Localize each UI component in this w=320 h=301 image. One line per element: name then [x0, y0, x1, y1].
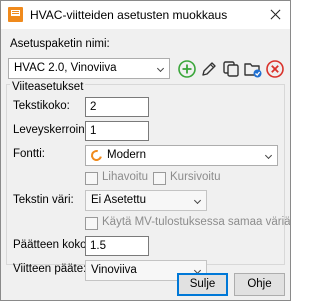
add-circle-icon: [178, 60, 196, 78]
use-mv-color-checkbox[interactable]: [85, 217, 98, 230]
preset-label: Asetuspaketin nimi:: [10, 38, 110, 50]
font-select-value: Modern: [107, 149, 146, 161]
delete-circle-icon: [266, 60, 284, 78]
end-size-label: Päätteen koko:: [13, 239, 90, 251]
text-size-label: Tekstikoko:: [13, 100, 70, 112]
close-button[interactable]: Sulje: [177, 273, 228, 296]
end-size-input[interactable]: [86, 237, 148, 255]
text-color-select[interactable]: Ei Asetettu: [85, 190, 207, 211]
edit-preset-button[interactable]: [199, 59, 219, 79]
title-bar: HVAC-viitteiden asetusten muokkaus: [1, 1, 290, 29]
text-size-input[interactable]: [86, 98, 148, 116]
end-size-field[interactable]: [85, 236, 149, 256]
dialog-content: Asetuspaketin nimi: HVAC 2.0, Vinoviiva: [1, 29, 291, 300]
italic-checkbox[interactable]: [153, 172, 166, 185]
use-mv-color-label: Käytä MV-tulostuksessa samaa väriä: [102, 216, 291, 228]
text-size-field[interactable]: [85, 97, 149, 117]
app-icon: [8, 7, 23, 22]
italic-label: Kursivoitu: [170, 171, 221, 183]
width-factor-label: Leveyskerroin:: [13, 124, 88, 136]
chevron-down-icon: [264, 151, 273, 160]
dialog-window: HVAC-viitteiden asetusten muokkaus Asetu…: [0, 0, 291, 301]
end-type-label: Viitteen pääte:: [13, 263, 87, 275]
delete-preset-button[interactable]: [265, 59, 285, 79]
end-type-value: Vinoviiva: [91, 264, 137, 276]
bold-label: Lihavoitu: [102, 171, 149, 183]
chevron-down-icon: [156, 64, 165, 73]
window-title: HVAC-viitteiden asetusten muokkaus: [30, 8, 228, 22]
close-button-label: Sulje: [189, 278, 216, 290]
width-factor-field[interactable]: [85, 121, 149, 141]
font-icon: [88, 147, 105, 164]
bold-checkbox[interactable]: [85, 172, 98, 185]
help-button-label: Ohje: [247, 278, 272, 290]
font-label: Fontti:: [13, 148, 45, 160]
save-preset-button[interactable]: [243, 59, 263, 79]
help-button[interactable]: Ohje: [234, 273, 285, 296]
width-factor-input[interactable]: [86, 122, 148, 140]
chevron-down-icon: [193, 196, 202, 205]
text-color-label: Tekstin väri:: [13, 194, 74, 206]
group-title: Viiteasetukset: [10, 81, 86, 93]
copy-preset-button[interactable]: [221, 59, 241, 79]
add-preset-button[interactable]: [177, 59, 197, 79]
copy-icon: [223, 61, 239, 77]
close-icon[interactable]: [267, 6, 285, 24]
font-select[interactable]: Modern: [85, 145, 278, 166]
text-color-value: Ei Asetettu: [91, 194, 146, 206]
pencil-icon: [202, 62, 216, 76]
preset-select[interactable]: HVAC 2.0, Vinoviiva: [8, 58, 170, 79]
folder-save-icon: [244, 63, 262, 78]
preset-select-value: HVAC 2.0, Vinoviiva: [14, 62, 117, 74]
